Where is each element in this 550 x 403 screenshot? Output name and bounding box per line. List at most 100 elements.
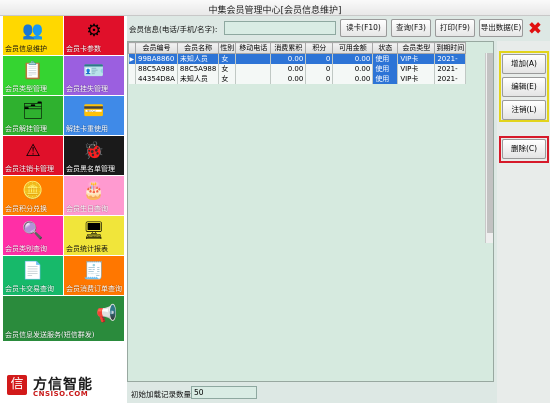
consume-order-icon: 🧾 xyxy=(83,261,105,281)
tile-card-transaction[interactable]: 📄 会员卡交易查询 xyxy=(3,256,63,295)
points-exchange-icon: 🪙 xyxy=(22,181,44,201)
column-header[interactable]: 会员名称 xyxy=(176,42,220,54)
unfreeze-icon: 🗂 xyxy=(22,101,44,121)
tile-label: 会员信息发送服务(短信群发) xyxy=(5,331,95,339)
row-pointer-icon xyxy=(128,64,136,74)
table-cell: 未知人员 xyxy=(177,74,220,84)
member-table-grid: 会员编号 会员名称 性别 移动电话 消费累积 积分 可用金额 状态 会员类型 到期时间 ▶ 99BA… xyxy=(128,42,467,84)
tile-statistics-report[interactable]: 🖥 会员统计报表 xyxy=(64,216,124,255)
search-bar: 会员信息(电话/手机/名字): 读卡(F10) 查询(F3) 打印(F9) 导出… xyxy=(127,16,550,40)
title-bar: 中集会员管理中心[会员信息维护] xyxy=(0,0,550,16)
tile-birthday[interactable]: 🎂 会员生日查询 xyxy=(64,176,124,215)
add-button[interactable]: 增加(A) xyxy=(502,54,546,74)
scrollbar-thumb[interactable] xyxy=(487,53,493,233)
table-cell: 女 xyxy=(218,74,237,84)
sms-send-icon: 📢 xyxy=(96,304,118,324)
delete-button[interactable]: 删除(C) xyxy=(502,139,546,159)
card-transaction-icon: 📄 xyxy=(22,261,44,281)
tile-label: 会员积分兑换 xyxy=(5,205,47,213)
category-search-icon: 🔍 xyxy=(22,221,44,241)
initial-load-label: 初始加载记录数量 xyxy=(131,390,191,399)
search-input[interactable] xyxy=(224,21,336,35)
table-cell xyxy=(235,64,272,74)
tile-label: 会员挂失管理 xyxy=(66,85,108,93)
tile-label: 会员卡参数 xyxy=(66,45,101,53)
tile-category-search[interactable]: 🔍 会员类别查询 xyxy=(3,216,63,255)
tile-label: 会员解挂管理 xyxy=(5,125,47,133)
vertical-scrollbar[interactable] xyxy=(485,53,493,243)
column-header[interactable]: 移动电话 xyxy=(235,42,272,54)
window-title: 中集会员管理中心[会员信息维护] xyxy=(208,6,342,16)
row-pointer-icon xyxy=(128,74,136,84)
table-cell: 0.00 xyxy=(270,53,307,64)
table-cell: 使用 xyxy=(372,74,399,84)
tile-report-loss[interactable]: 🪪 会员挂失管理 xyxy=(64,56,124,95)
table-row[interactable]: 88C5A988 88C5A988 女 0.00 0 0.00 使用 VIP卡 2021- xyxy=(128,64,467,74)
statistics-report-icon: 🖥 xyxy=(83,221,105,241)
tile-sms-send[interactable]: 📢 会员信息发送服务(短信群发) xyxy=(3,296,124,341)
table-cell: 0.00 xyxy=(332,74,374,84)
column-header[interactable]: 消费累积 xyxy=(270,42,307,54)
tile-label: 解挂卡重使用 xyxy=(66,125,108,133)
tile-member-type[interactable]: 📋 会员类型管理 xyxy=(3,56,63,95)
table-cell: 使用 xyxy=(372,64,399,74)
initial-load-input[interactable] xyxy=(191,386,257,399)
row-pointer-icon: ▶ xyxy=(128,53,136,64)
member-type-icon: 📋 xyxy=(22,61,44,81)
tile-label: 会员统计报表 xyxy=(66,245,108,253)
column-header[interactable]: 状态 xyxy=(372,42,399,54)
column-header[interactable]: 会员编号 xyxy=(135,42,178,54)
table-cell: 2021- xyxy=(434,53,467,64)
tile-customer-card[interactable]: 👥 会员信息维护 xyxy=(3,16,63,55)
print-button[interactable]: 打印(F9) xyxy=(435,19,475,37)
table-cell: VIP卡 xyxy=(397,74,436,84)
birthday-icon: 🎂 xyxy=(83,181,105,201)
member-table: 会员编号 会员名称 性别 移动电话 消费累积 积分 可用金额 状态 会员类型 到期时间 ▶ 99BA… xyxy=(127,41,494,382)
tile-card-reuse[interactable]: 💳 解挂卡重使用 xyxy=(64,96,124,135)
column-header[interactable]: 积分 xyxy=(305,42,334,54)
column-header[interactable]: 到期时间 xyxy=(434,42,467,54)
card-reuse-icon: 💳 xyxy=(83,101,105,121)
close-icon[interactable]: ✖ xyxy=(526,20,544,38)
table-cell: 0.00 xyxy=(332,64,374,74)
table-cell: 0.00 xyxy=(332,53,374,64)
tile-label: 会员黑名单管理 xyxy=(66,165,115,173)
column-header[interactable]: 性别 xyxy=(218,42,237,54)
tile-consume-order[interactable]: 🧾 会员消费订单查询 xyxy=(64,256,124,295)
table-cell: 女 xyxy=(218,64,237,74)
tile-label: 会员卡交易查询 xyxy=(5,285,54,293)
table-cell: 0.00 xyxy=(270,74,307,84)
tile-label: 会员类型管理 xyxy=(5,85,47,93)
table-cell: 88C5A988 xyxy=(177,64,220,74)
tile-label: 会员注销卡管理 xyxy=(5,165,54,173)
table-row[interactable]: 44354D8A 未知人员女 0.00 0 0.00 使用 VIP卡 2021- xyxy=(128,74,467,84)
tile-cancel-card[interactable]: ⚠ 会员注销卡管理 xyxy=(3,136,63,175)
table-cell xyxy=(235,53,272,64)
table-cell: 0.00 xyxy=(270,64,307,74)
action-sidebar: 增加(A) 编辑(E) 注销(L) 删除(C) xyxy=(497,41,550,403)
read-card-button[interactable]: 读卡(F10) xyxy=(340,19,387,37)
table-cell: 2021- xyxy=(434,64,467,74)
table-row[interactable]: ▶ 99BA8860 未知人员女 0.00 0 0.00 使用 VIP卡 2021- xyxy=(128,53,467,64)
edit-button[interactable]: 编辑(E) xyxy=(502,77,546,97)
table-cell xyxy=(235,74,272,84)
blacklist-bug-icon: 🐞 xyxy=(83,141,105,161)
tile-blacklist-bug[interactable]: 🐞 会员黑名单管理 xyxy=(64,136,124,175)
tile-points-exchange[interactable]: 🪙 会员积分兑换 xyxy=(3,176,63,215)
tile-label: 会员消费订单查询 xyxy=(66,285,122,293)
customer-card-icon: 👥 xyxy=(22,21,44,41)
search-label: 会员信息(电话/手机/名字): xyxy=(129,25,218,34)
tile-unfreeze[interactable]: 🗂 会员解挂管理 xyxy=(3,96,63,135)
table-cell: 0 xyxy=(305,74,334,84)
table-cell: 0 xyxy=(305,53,334,64)
cancel-card-button[interactable]: 注销(L) xyxy=(502,100,546,120)
column-header[interactable]: 会员类型 xyxy=(397,42,436,54)
query-button[interactable]: 查询(F3) xyxy=(391,19,431,37)
tile-card-settings[interactable]: ⚙ 会员卡参数 xyxy=(64,16,124,55)
table-cell: VIP卡 xyxy=(397,53,436,64)
export-button[interactable]: 导出数据(E) xyxy=(479,19,523,37)
table-cell: 44354D8A xyxy=(135,74,178,84)
function-tiles: 👥 会员信息维护 ⚙ 会员卡参数 📋 会员类型管理 🪪 会员挂失管理 🗂 会员解挂管理 💳 解挂卡重使… xyxy=(3,16,124,342)
column-header[interactable]: 可用金额 xyxy=(332,42,374,54)
table-cell: 88C5A988 xyxy=(135,64,178,74)
